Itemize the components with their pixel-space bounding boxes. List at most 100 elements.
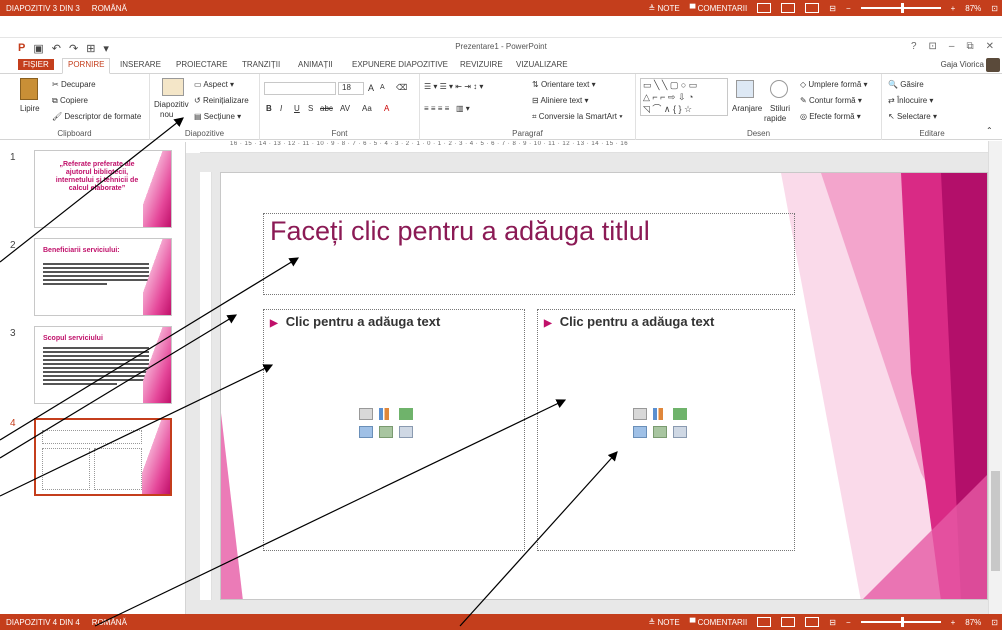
insert-smartart-icon[interactable] (673, 408, 687, 420)
shape-outline-button[interactable]: ✎ Contur formă ▾ (800, 96, 862, 105)
align-text-button[interactable]: ⊟ Aliniere text ▾ (532, 96, 589, 105)
shape-fill-button[interactable]: ◇ Umplere formă ▾ (800, 80, 868, 89)
slideshow-button[interactable]: ⊟ (829, 4, 836, 13)
insert-online-picture-icon[interactable] (653, 426, 667, 438)
slideshow-button[interactable]: ⊟ (829, 618, 836, 627)
change-case-button[interactable]: Aa (362, 104, 372, 113)
fit-slide-icon[interactable]: ⊡ (991, 618, 998, 627)
bullets-icon[interactable]: ☰ ▾ ☰ ▾ ⇤ ⇥ ↕ ▾ (424, 82, 483, 91)
insert-picture-icon[interactable] (359, 426, 373, 438)
insert-smartart-icon[interactable] (399, 408, 413, 420)
reading-view-button[interactable] (805, 3, 820, 13)
layout-button[interactable]: ▭ Aspect ▾ (194, 80, 234, 89)
insert-chart-icon[interactable] (653, 408, 667, 420)
zoom-level[interactable]: 87% (965, 618, 981, 627)
zoom-level[interactable]: 87% (965, 4, 981, 13)
current-slide[interactable]: Faceți clic pentru a adăuga titlul ▶ Clic… (220, 172, 988, 600)
insert-video-icon[interactable] (399, 426, 413, 438)
cut-button[interactable]: ✂ Decupare (52, 80, 96, 89)
help-button[interactable]: ? (911, 41, 917, 52)
font-color-button[interactable]: A (384, 104, 389, 113)
paste-button[interactable]: Lipire (20, 104, 40, 113)
minimize-button[interactable]: – (949, 41, 955, 52)
clear-formatting-icon[interactable]: ⌫ (396, 83, 407, 92)
quick-styles-icon[interactable] (770, 80, 788, 98)
slide-thumbnail-1[interactable]: „Referate preferate ale ajutorul bibliot… (34, 150, 172, 228)
language-indicator[interactable]: ROMÂNĂ (92, 618, 127, 627)
font-size-combo[interactable]: 18 (338, 82, 364, 95)
select-button[interactable]: ↖ Selectare ▾ (888, 112, 937, 121)
format-painter-button[interactable]: 🖌 Descriptor de formate (52, 112, 141, 121)
insert-table-icon[interactable] (633, 408, 647, 420)
tab-home[interactable]: PORNIRE (62, 58, 111, 74)
collapse-ribbon-icon[interactable]: ⌃ (986, 126, 993, 135)
avatar[interactable] (986, 58, 1000, 72)
slide-sorter-button[interactable] (781, 617, 796, 627)
tab-insert[interactable]: INSERARE (120, 60, 161, 69)
tab-design[interactable]: PROIECTARE (176, 60, 227, 69)
notes-button[interactable]: ≜ NOTE (649, 4, 680, 13)
insert-online-picture-icon[interactable] (379, 426, 393, 438)
slide-thumbnail-4[interactable] (34, 418, 172, 496)
normal-view-button[interactable] (757, 617, 772, 627)
copy-button[interactable]: ⧉ Copiere (52, 96, 88, 106)
slide-thumbnail-2[interactable]: Beneficiarii serviciului: (34, 238, 172, 316)
right-content-placeholder[interactable]: ▶ Clic pentru a adăuga text (537, 309, 795, 551)
notes-button[interactable]: ≜ NOTE (649, 618, 680, 627)
new-slide-icon[interactable] (162, 78, 184, 96)
tab-animations[interactable]: ANIMAȚII (298, 60, 333, 69)
shadow-button[interactable]: S (308, 104, 313, 113)
restore-button[interactable]: ⧉ (966, 41, 973, 52)
italic-button[interactable]: I (280, 104, 282, 113)
zoom-in-button[interactable]: + (951, 4, 956, 13)
left-content-placeholder[interactable]: ▶ Clic pentru a adăuga text (263, 309, 525, 551)
vertical-scrollbar[interactable] (988, 141, 1002, 614)
close-button[interactable]: ✕ (986, 41, 994, 52)
zoom-out-button[interactable]: − (846, 4, 851, 13)
quick-styles-label-2[interactable]: rapide (764, 114, 786, 123)
section-button[interactable]: ▤ Secțiune ▾ (194, 112, 241, 121)
slide-sorter-button[interactable] (781, 3, 796, 13)
insert-chart-icon[interactable] (379, 408, 393, 420)
fit-slide-icon[interactable]: ⊡ (991, 4, 998, 13)
slide-thumbnail-3[interactable]: Scopul serviciului (34, 326, 172, 404)
replace-button[interactable]: ⇄ Înlocuire ▾ (888, 96, 933, 105)
scrollbar-thumb[interactable] (991, 471, 1000, 571)
tab-view[interactable]: VIZUALIZARE (516, 60, 568, 69)
shapes-gallery[interactable]: ▭ ╲ ╲ ▢ ○ ▭ △ ⌐ ⌐ ⇨ ⇩ ◔ ◹ ⌒ ∧ { } ☆ (640, 78, 728, 116)
strikethrough-button[interactable]: abc (320, 104, 333, 113)
underline-button[interactable]: U (294, 104, 300, 113)
zoom-slider[interactable] (860, 3, 941, 13)
align-icons[interactable]: ≡ ≡ ≡ ≡ ▥ ▾ (424, 104, 470, 113)
language-indicator[interactable]: ROMÂNĂ (92, 4, 127, 13)
arrange-icon[interactable] (736, 80, 754, 98)
user-name[interactable]: Gaja Viorica (941, 60, 984, 69)
reset-button[interactable]: ↺ Reinițializare (194, 96, 249, 105)
comments-button[interactable]: ▀ COMENTARII (690, 618, 748, 627)
zoom-in-button[interactable]: + (951, 618, 956, 627)
tab-transitions[interactable]: TRANZIȚII (242, 60, 280, 69)
tab-file[interactable]: FIȘIER (18, 59, 54, 70)
tab-slideshow[interactable]: EXPUNERE DIAPOZITIVE (352, 60, 448, 69)
new-slide-label-1[interactable]: Diapozitiv (154, 100, 189, 109)
insert-picture-icon[interactable] (633, 426, 647, 438)
insert-table-icon[interactable] (359, 408, 373, 420)
bold-button[interactable]: B (266, 104, 272, 113)
tab-review[interactable]: REVIZUIRE (460, 60, 503, 69)
normal-view-button[interactable] (757, 3, 772, 13)
grow-font-button[interactable]: A (368, 83, 374, 93)
comments-button[interactable]: ▀ COMENTARII (690, 4, 748, 13)
ribbon-display-icon[interactable]: ⊡ (929, 41, 937, 52)
new-slide-label-2[interactable]: nou (160, 110, 173, 119)
reading-view-button[interactable] (805, 617, 820, 627)
font-family-combo[interactable] (264, 82, 336, 95)
text-direction-button[interactable]: ⇅ Orientare text ▾ (532, 80, 596, 89)
zoom-out-button[interactable]: − (846, 618, 851, 627)
paste-icon[interactable] (20, 78, 38, 100)
shrink-font-button[interactable]: A (380, 84, 385, 91)
char-spacing-button[interactable]: AV (340, 104, 350, 113)
zoom-slider[interactable] (860, 617, 941, 627)
title-placeholder[interactable]: Faceți clic pentru a adăuga titlul (263, 213, 795, 295)
insert-video-icon[interactable] (673, 426, 687, 438)
quick-styles-label-1[interactable]: Stiluri (770, 104, 790, 113)
